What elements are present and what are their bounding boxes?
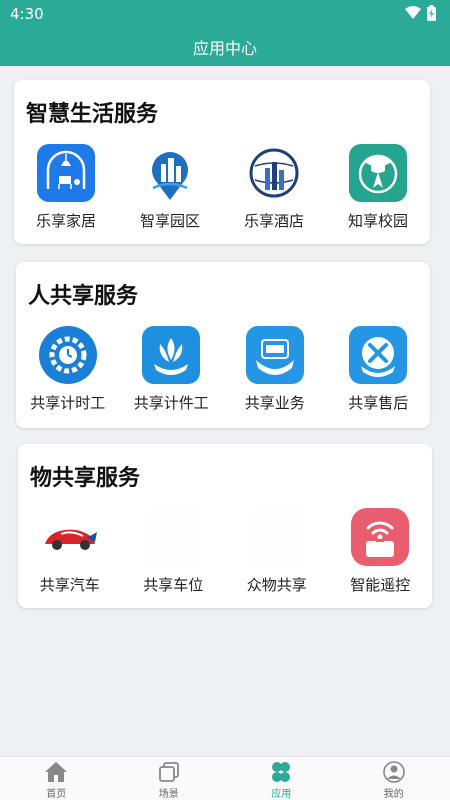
tab-label: 场景 [158,789,179,800]
goods-share-icon [247,508,306,566]
app-label: 共享汽车 [39,576,100,594]
app-label: 乐享酒店 [243,212,304,230]
battery-icon [427,5,436,21]
business-shield-icon [245,326,304,384]
app-grid: 共享汽车 共享车位 众物共享 智能遥控 [18,508,432,595]
tab-label: 应用 [271,789,292,800]
app-item-after-sales[interactable]: 共享售后 [327,326,431,413]
app-grid: 乐享家居 智享园区 乐享酒店 知享校园 [14,144,430,231]
park-location-icon [141,144,199,202]
hotel-globe-icon [245,144,303,202]
layers-icon [157,761,181,783]
app-label: 乐享家居 [35,212,96,230]
tab-label: 我的 [383,789,404,800]
tab-scene[interactable]: 场景 [113,757,226,800]
section-smart-life: 智慧生活服务 乐享家居 智享园区 乐享酒店 知享校园 [14,80,430,244]
tab-mine[interactable]: 我的 [338,757,450,800]
app-item-goods-share[interactable]: 众物共享 [225,508,329,595]
app-grid: 共享计时工 共享计件工 共享业务 共享售后 [16,326,430,413]
app-item-piece-worker[interactable]: 共享计件工 [120,326,224,413]
home-furniture-icon [37,144,95,202]
car-icon [40,508,99,566]
house-icon [44,761,68,783]
wifi-icon [405,6,421,19]
app-bar: 应用中心 [0,28,450,66]
app-label: 众物共享 [246,576,307,594]
app-item-business[interactable]: 共享业务 [223,326,327,413]
user-icon [382,761,406,783]
parking-icon [144,508,203,566]
clover-icon [269,761,293,783]
tools-repair-icon [349,326,408,384]
app-item-hourly-worker[interactable]: 共享计时工 [16,326,120,413]
app-item-car-share[interactable]: 共享汽车 [18,508,122,595]
app-label: 共享业务 [244,394,305,412]
tab-label: 首页 [46,789,67,800]
app-label: 智享园区 [139,212,200,230]
app-item-smart-park[interactable]: 智享园区 [118,144,222,231]
status-icons [405,4,436,22]
status-bar: 4:30 [0,0,450,28]
app-item-hotel[interactable]: 乐享酒店 [222,144,326,231]
section-goods-share: 物共享服务 共享汽车 共享车位 众物共享 智能遥控 [18,444,432,608]
app-item-smart-remote[interactable]: 智能遥控 [329,508,433,595]
wifi-remote-icon [351,508,410,566]
section-title: 人共享服务 [28,284,139,309]
tab-apps[interactable]: 应用 [225,757,338,800]
app-label: 共享车位 [143,576,204,594]
section-title: 智慧生活服务 [26,102,159,127]
bottom-tab-bar: 首页 场景 应用 我的 [0,756,450,800]
app-label: 知享校园 [347,212,408,230]
page-title: 应用中心 [192,39,257,58]
section-people-share: 人共享服务 共享计时工 共享计件工 共享业务 共享售后 [16,262,430,428]
campus-graduation-icon [349,144,407,202]
gear-clock-icon [38,326,97,384]
app-item-smart-home[interactable]: 乐享家居 [14,144,118,231]
app-label: 共享售后 [348,394,409,412]
app-label: 共享计时工 [30,394,106,412]
tab-home[interactable]: 首页 [0,757,113,800]
status-time: 4:30 [10,5,44,23]
app-label: 共享计件工 [133,394,209,412]
app-label: 智能遥控 [350,576,411,594]
section-title: 物共享服务 [30,466,141,491]
lotus-hand-icon [142,326,201,384]
app-item-campus[interactable]: 知享校园 [326,144,430,231]
app-item-parking-share[interactable]: 共享车位 [122,508,226,595]
